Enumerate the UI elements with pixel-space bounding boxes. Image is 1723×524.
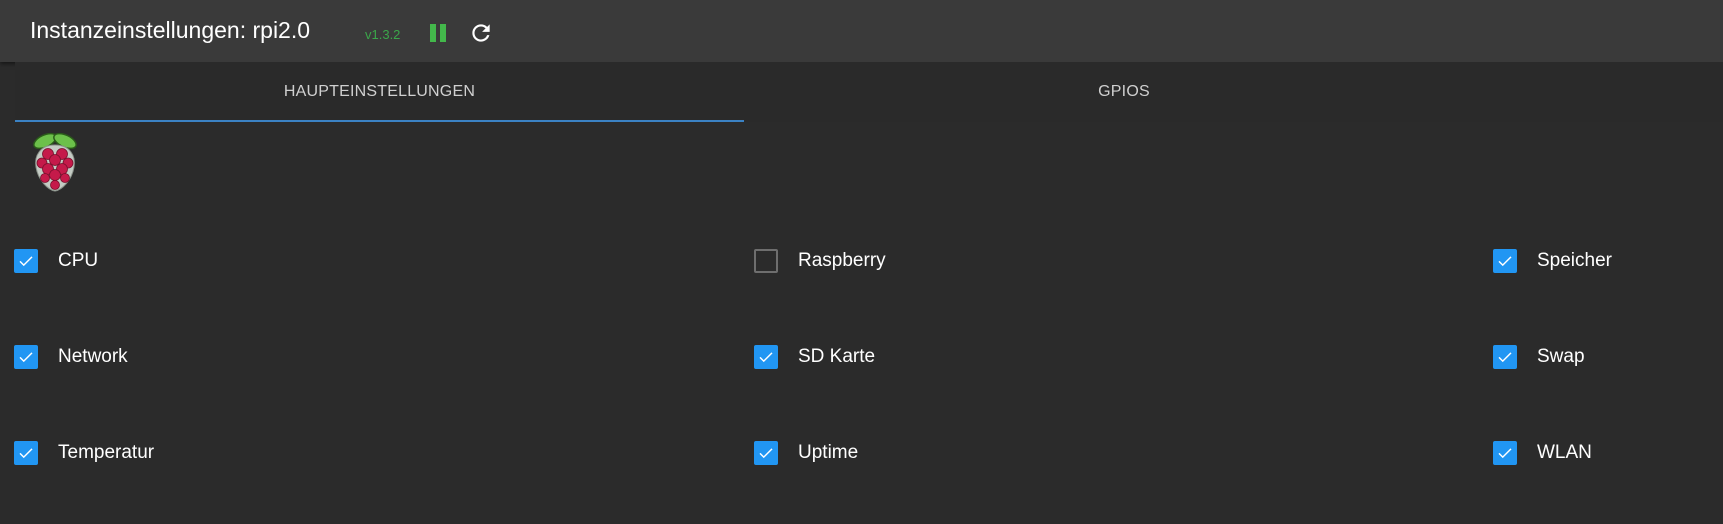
version-label: v1.3.2 (365, 27, 401, 42)
option-label-raspberry: Raspberry (798, 250, 886, 271)
raspberry-pi-logo-icon (28, 130, 82, 194)
tab-bar: HAUPTEINSTELLUNGEN GPIOS (15, 62, 1723, 122)
checkbox-uptime[interactable] (754, 441, 778, 465)
title-bar: Instanzeinstellungen: rpi2.0 v1.3.2 (0, 0, 1723, 62)
option-swap[interactable]: Swap (1493, 342, 1585, 372)
option-raspberry[interactable]: Raspberry (754, 246, 886, 276)
tab-haupteinstellungen[interactable]: HAUPTEINSTELLUNGEN (15, 62, 744, 122)
option-label-temperatur: Temperatur (58, 442, 155, 463)
checkmark-icon (759, 448, 773, 459)
option-label-sd-karte: SD Karte (798, 346, 876, 367)
checkmark-icon (19, 448, 33, 459)
checkmark-icon (1498, 352, 1512, 363)
checkbox-swap[interactable] (1493, 345, 1517, 369)
option-sd-karte[interactable]: SD Karte (754, 342, 875, 372)
option-label-cpu: CPU (58, 250, 99, 271)
checkmark-icon (19, 256, 33, 267)
pause-button[interactable] (428, 22, 448, 44)
checkbox-raspberry[interactable] (754, 249, 778, 273)
option-label-speicher: Speicher (1537, 250, 1612, 271)
option-cpu[interactable]: CPU (14, 246, 98, 276)
checkbox-wlan[interactable] (1493, 441, 1517, 465)
option-label-uptime: Uptime (798, 442, 859, 463)
option-label-wlan: WLAN (1537, 442, 1592, 463)
option-uptime[interactable]: Uptime (754, 438, 858, 468)
checkmark-icon (1498, 256, 1512, 267)
checkmark-icon (759, 352, 773, 363)
option-label-network: Network (58, 346, 128, 367)
tab-gpios[interactable]: GPIOS (744, 62, 1504, 122)
refresh-icon (472, 24, 490, 42)
refresh-button[interactable] (468, 20, 494, 46)
option-network[interactable]: Network (14, 342, 128, 372)
checkbox-speicher[interactable] (1493, 249, 1517, 273)
checkbox-sd-karte[interactable] (754, 345, 778, 369)
option-wlan[interactable]: WLAN (1493, 438, 1592, 468)
checkbox-temperatur[interactable] (14, 441, 38, 465)
checkbox-network[interactable] (14, 345, 38, 369)
option-speicher[interactable]: Speicher (1493, 246, 1612, 276)
page-title: Instanzeinstellungen: rpi2.0 (30, 17, 311, 43)
option-temperatur[interactable]: Temperatur (14, 438, 154, 468)
checkmark-icon (1498, 448, 1512, 459)
option-label-swap: Swap (1537, 346, 1585, 367)
checkmark-icon (19, 352, 33, 363)
checkbox-cpu[interactable] (14, 249, 38, 273)
